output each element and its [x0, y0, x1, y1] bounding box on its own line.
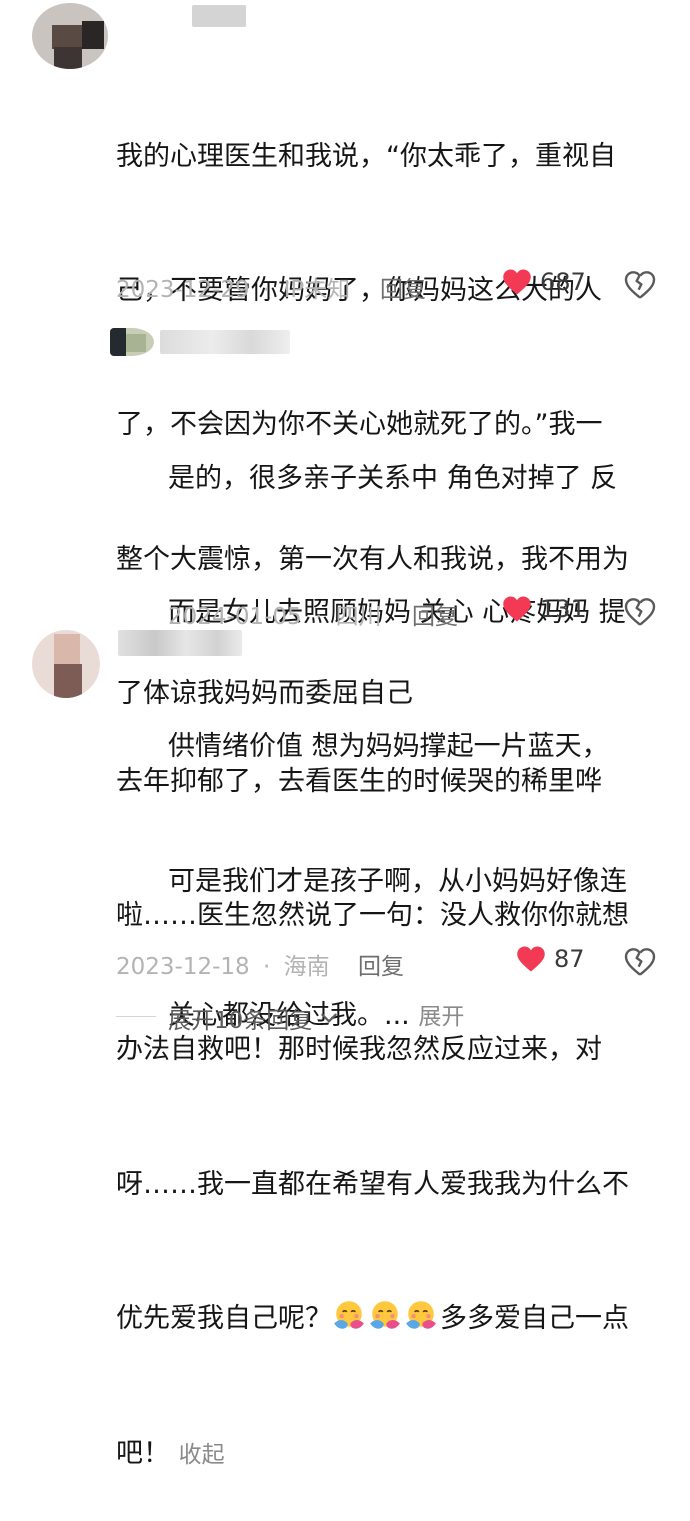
- comment-line: 去年抑郁了，去看医生的时候哭的稀里哗: [116, 765, 602, 797]
- comment-line-text: 优先爱我自己呢？: [116, 1303, 332, 1335]
- expand-replies-divider: [116, 1016, 156, 1017]
- comment-location: IP未知: [283, 277, 351, 303]
- dislike-icon[interactable]: [624, 270, 656, 300]
- heart-icon: [503, 596, 531, 622]
- like-count: 87: [554, 945, 585, 973]
- like-button[interactable]: 687: [502, 268, 586, 296]
- username-blurred[interactable]: [118, 630, 242, 656]
- reply-button[interactable]: 回复: [380, 270, 426, 304]
- like-button[interactable]: 131: [502, 595, 586, 623]
- comment-line: 优先爱我自己呢？ 多多爱自己一点: [116, 1297, 629, 1342]
- username-blurred[interactable]: [160, 330, 290, 354]
- comment-line: 是的，很多亲子关系中 角色对掉了 反: [168, 462, 618, 494]
- expand-replies-button[interactable]: 展开10条回复: [168, 1001, 340, 1035]
- dislike-icon[interactable]: [624, 597, 656, 627]
- comment-meta: 2023-12-18 · 海南: [116, 947, 330, 981]
- like-button[interactable]: 87: [516, 945, 585, 973]
- expand-replies-label: 展开10条回复: [168, 1008, 313, 1034]
- comment-date: 2024-01-05: [168, 604, 302, 630]
- comment-location: 四川: [335, 604, 382, 630]
- like-count: 131: [540, 595, 586, 623]
- reply-button[interactable]: 回复: [412, 597, 458, 631]
- avatar[interactable]: [32, 630, 100, 698]
- meta-separator: ·: [262, 277, 271, 303]
- comment-date: 2023-12-29: [116, 277, 250, 303]
- comment-text: 去年抑郁了，去看医生的时候哭的稀里哗 啦……医生忽然说了一句：没人救你你就想 办…: [116, 670, 629, 1521]
- comment-location: 海南: [283, 954, 330, 980]
- comment-date: 2023-12-18: [116, 954, 250, 980]
- comment-line: 啦……医生忽然说了一句：没人救你你就想: [116, 899, 629, 931]
- comment-line: 吧！ 收起: [116, 1432, 629, 1477]
- heart-icon: [517, 946, 545, 972]
- collapse-text-link[interactable]: 收起: [179, 1442, 225, 1468]
- reply-button[interactable]: 回复: [358, 947, 404, 981]
- hugging-face-emoji: [334, 1301, 364, 1329]
- chevron-down-icon: [321, 1013, 337, 1023]
- meta-separator: ·: [262, 954, 271, 980]
- hugging-face-emoji: [406, 1301, 436, 1329]
- comment-line: 呀……我一直都在希望有人爱我我为什么不: [116, 1168, 629, 1200]
- comment-meta: 2023-12-29 · IP未知: [116, 270, 350, 304]
- comment-line-text: 吧！: [116, 1437, 170, 1469]
- meta-separator: ·: [314, 604, 323, 630]
- comment-line: 我的心理医生和我说，“你太乖了，重视自: [116, 140, 616, 172]
- heart-icon: [503, 269, 531, 295]
- comment-meta: 2024-01-05 · 四川: [168, 597, 382, 631]
- hugging-face-emoji: [370, 1301, 400, 1329]
- avatar[interactable]: [110, 328, 154, 356]
- comment-line-text: 多多爱自己一点: [440, 1303, 629, 1335]
- dislike-icon[interactable]: [624, 947, 656, 977]
- like-count: 687: [540, 268, 586, 296]
- avatar[interactable]: [32, 3, 108, 69]
- comment-line: 办法自救吧！那时候我忽然反应过来，对: [116, 1034, 602, 1066]
- username-blurred[interactable]: [192, 5, 246, 27]
